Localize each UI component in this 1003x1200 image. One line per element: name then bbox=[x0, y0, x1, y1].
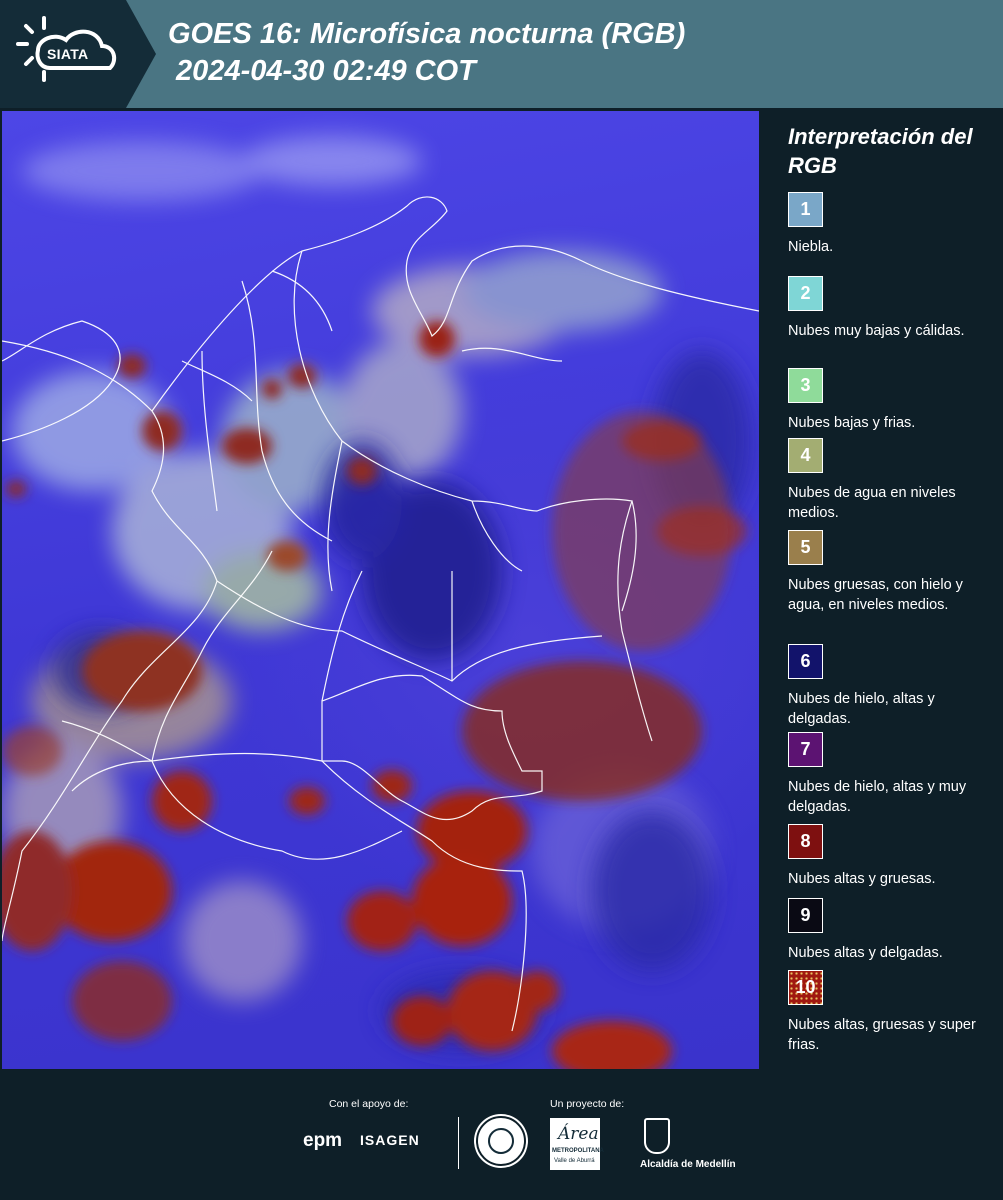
legend-swatch: 2 bbox=[788, 276, 823, 311]
legend-item: 1 Niebla. bbox=[788, 192, 1000, 257]
legend-panel: Interpretación del RGB 1 Niebla. 2 Nubes mu… bbox=[760, 108, 1003, 1069]
area-word: Área bbox=[558, 1124, 599, 1144]
legend-swatch: 3 bbox=[788, 368, 823, 403]
legend-label: Nubes de agua en niveles medios. bbox=[788, 485, 956, 521]
legend-item: 6 Nubes de hielo, altas y delgadas. bbox=[788, 644, 1000, 729]
legend-swatch: 5 bbox=[788, 530, 823, 565]
medellin-shield-icon bbox=[644, 1118, 670, 1154]
legend-label: Nubes de hielo, altas y muy delgadas. bbox=[788, 779, 967, 815]
satellite-map bbox=[2, 111, 759, 1069]
legend-label: Nubes de hielo, altas y delgadas. bbox=[788, 691, 935, 727]
isagen-logo: ISAGEN bbox=[360, 1132, 420, 1148]
project-label: Un proyecto de: bbox=[550, 1098, 625, 1110]
support-label: Con el apoyo de: bbox=[329, 1098, 409, 1110]
legend-item: 7 Nubes de hielo, altas y muy delgadas. bbox=[788, 732, 1000, 817]
logo-text: SIATA bbox=[47, 46, 89, 62]
page-title: GOES 16: Microfísica nocturna (RGB) 2024… bbox=[168, 18, 686, 87]
legend-item: 3 Nubes bajas y frias. bbox=[788, 368, 1000, 433]
legend-swatch: 6 bbox=[788, 644, 823, 679]
legend-label: Nubes altas y delgadas. bbox=[788, 945, 943, 961]
map-image bbox=[2, 136, 759, 1069]
epm-logo: epm bbox=[303, 1130, 343, 1151]
area-subtitle: METROPOLITANA bbox=[552, 1148, 604, 1154]
legend-label: Niebla. bbox=[788, 239, 834, 255]
medellin-logo-text: Alcaldía de Medellín bbox=[640, 1159, 736, 1170]
legend-item: 8 Nubes altas y gruesas. bbox=[788, 824, 1000, 889]
legend-item: 10 Nubes altas, gruesas y super frias. bbox=[788, 970, 1000, 1055]
footer-divider bbox=[458, 1117, 459, 1169]
legend-swatch: 9 bbox=[788, 898, 823, 933]
legend-item: 5 Nubes gruesas, con hielo y agua, en niv… bbox=[788, 530, 1000, 615]
legend-swatch: 1 bbox=[788, 192, 823, 227]
legend-swatch: 8 bbox=[788, 824, 823, 859]
legend-label: Nubes altas, gruesas y super frias. bbox=[788, 1017, 976, 1053]
legend-title: Interpretación del RGB bbox=[788, 124, 973, 178]
gobernacion-seal-logo bbox=[476, 1116, 526, 1166]
legend-item: 2 Nubes muy bajas y cálidas. bbox=[788, 276, 1000, 341]
legend-label: Nubes bajas y frias. bbox=[788, 415, 916, 431]
footer: Con el apoyo de: Un proyecto de: epm ISA… bbox=[0, 1072, 1003, 1200]
legend-item: 4 Nubes de agua en niveles medios. bbox=[788, 438, 1000, 523]
header-bar: SIATA GOES 16: Microfísica nocturna (RGB… bbox=[0, 0, 1003, 108]
legend-label: Nubes muy bajas y cálidas. bbox=[788, 323, 965, 339]
area-subtitle-2: Valle de Aburrá bbox=[554, 1158, 595, 1164]
legend-swatch: 4 bbox=[788, 438, 823, 473]
legend-label: Nubes gruesas, con hielo y agua, en nive… bbox=[788, 577, 963, 613]
legend-swatch: 10 bbox=[788, 970, 823, 1005]
siata-logo: SIATA bbox=[0, 0, 156, 108]
legend-item: 9 Nubes altas y delgadas. bbox=[788, 898, 1000, 963]
legend-label: Nubes altas y gruesas. bbox=[788, 871, 936, 887]
area-metropolitana-logo: Área METROPOLITANA Valle de Aburrá bbox=[550, 1118, 604, 1170]
legend-swatch: 7 bbox=[788, 732, 823, 767]
